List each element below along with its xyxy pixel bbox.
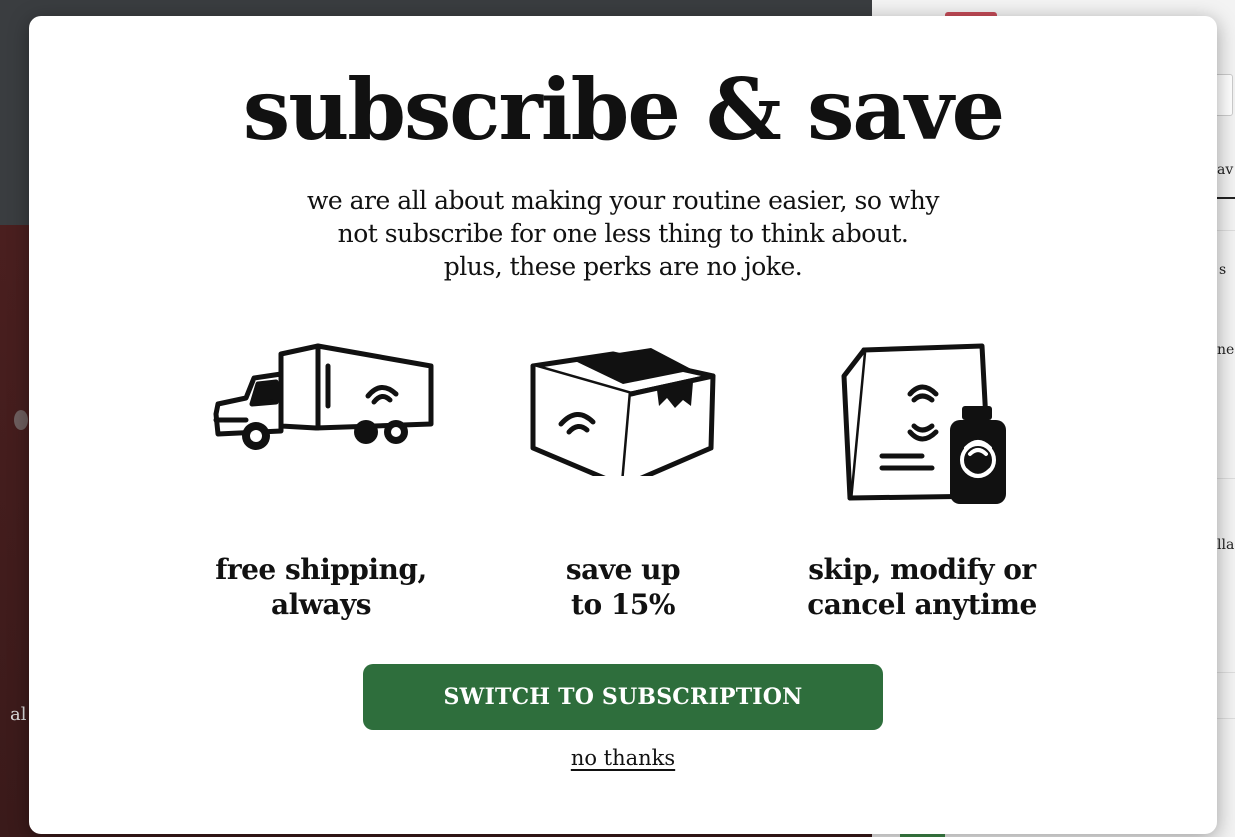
- background-text-fragment: ne: [1217, 342, 1235, 358]
- no-thanks-container: no thanks: [29, 746, 1217, 770]
- background-divider: [1215, 718, 1235, 719]
- perk-skip-modify: skip, modify or cancel anytime: [772, 336, 1072, 621]
- background-divider: [1215, 672, 1235, 673]
- background-text-fragment: av: [1217, 162, 1234, 178]
- background-icon: [14, 410, 28, 430]
- background-divider: [1215, 230, 1235, 231]
- subscribe-modal: subscribe & save we are all about making…: [29, 16, 1217, 834]
- product-bag-and-jar-icon: [841, 343, 1006, 504]
- background-text-fragment: s: [1219, 262, 1227, 278]
- background-text-fragment: al: [10, 704, 27, 725]
- subtitle-line: plus, these perks are no joke.: [443, 252, 803, 281]
- background-divider: [1215, 478, 1235, 479]
- shipping-box-icon: [530, 348, 716, 476]
- perk-label: skip, modify or cancel anytime: [807, 553, 1037, 621]
- switch-to-subscription-button[interactable]: SWITCH TO SUBSCRIPTION: [363, 664, 883, 730]
- perk-free-shipping: free shipping, always: [171, 336, 471, 621]
- perk-label: free shipping, always: [215, 553, 427, 621]
- background-text-fragment: lla: [1217, 537, 1235, 553]
- background-divider: [1215, 197, 1235, 199]
- modal-title: subscribe & save: [242, 60, 1005, 159]
- perk-save: save up to 15%: [473, 336, 773, 621]
- modal-subtitle: we are all about making your routine eas…: [29, 184, 1217, 283]
- subtitle-line: we are all about making your routine eas…: [307, 186, 939, 215]
- subtitle-line: not subscribe for one less thing to thin…: [337, 219, 909, 248]
- no-thanks-link[interactable]: no thanks: [571, 746, 675, 770]
- perk-label: save up to 15%: [565, 553, 681, 621]
- delivery-truck-icon: [213, 343, 434, 450]
